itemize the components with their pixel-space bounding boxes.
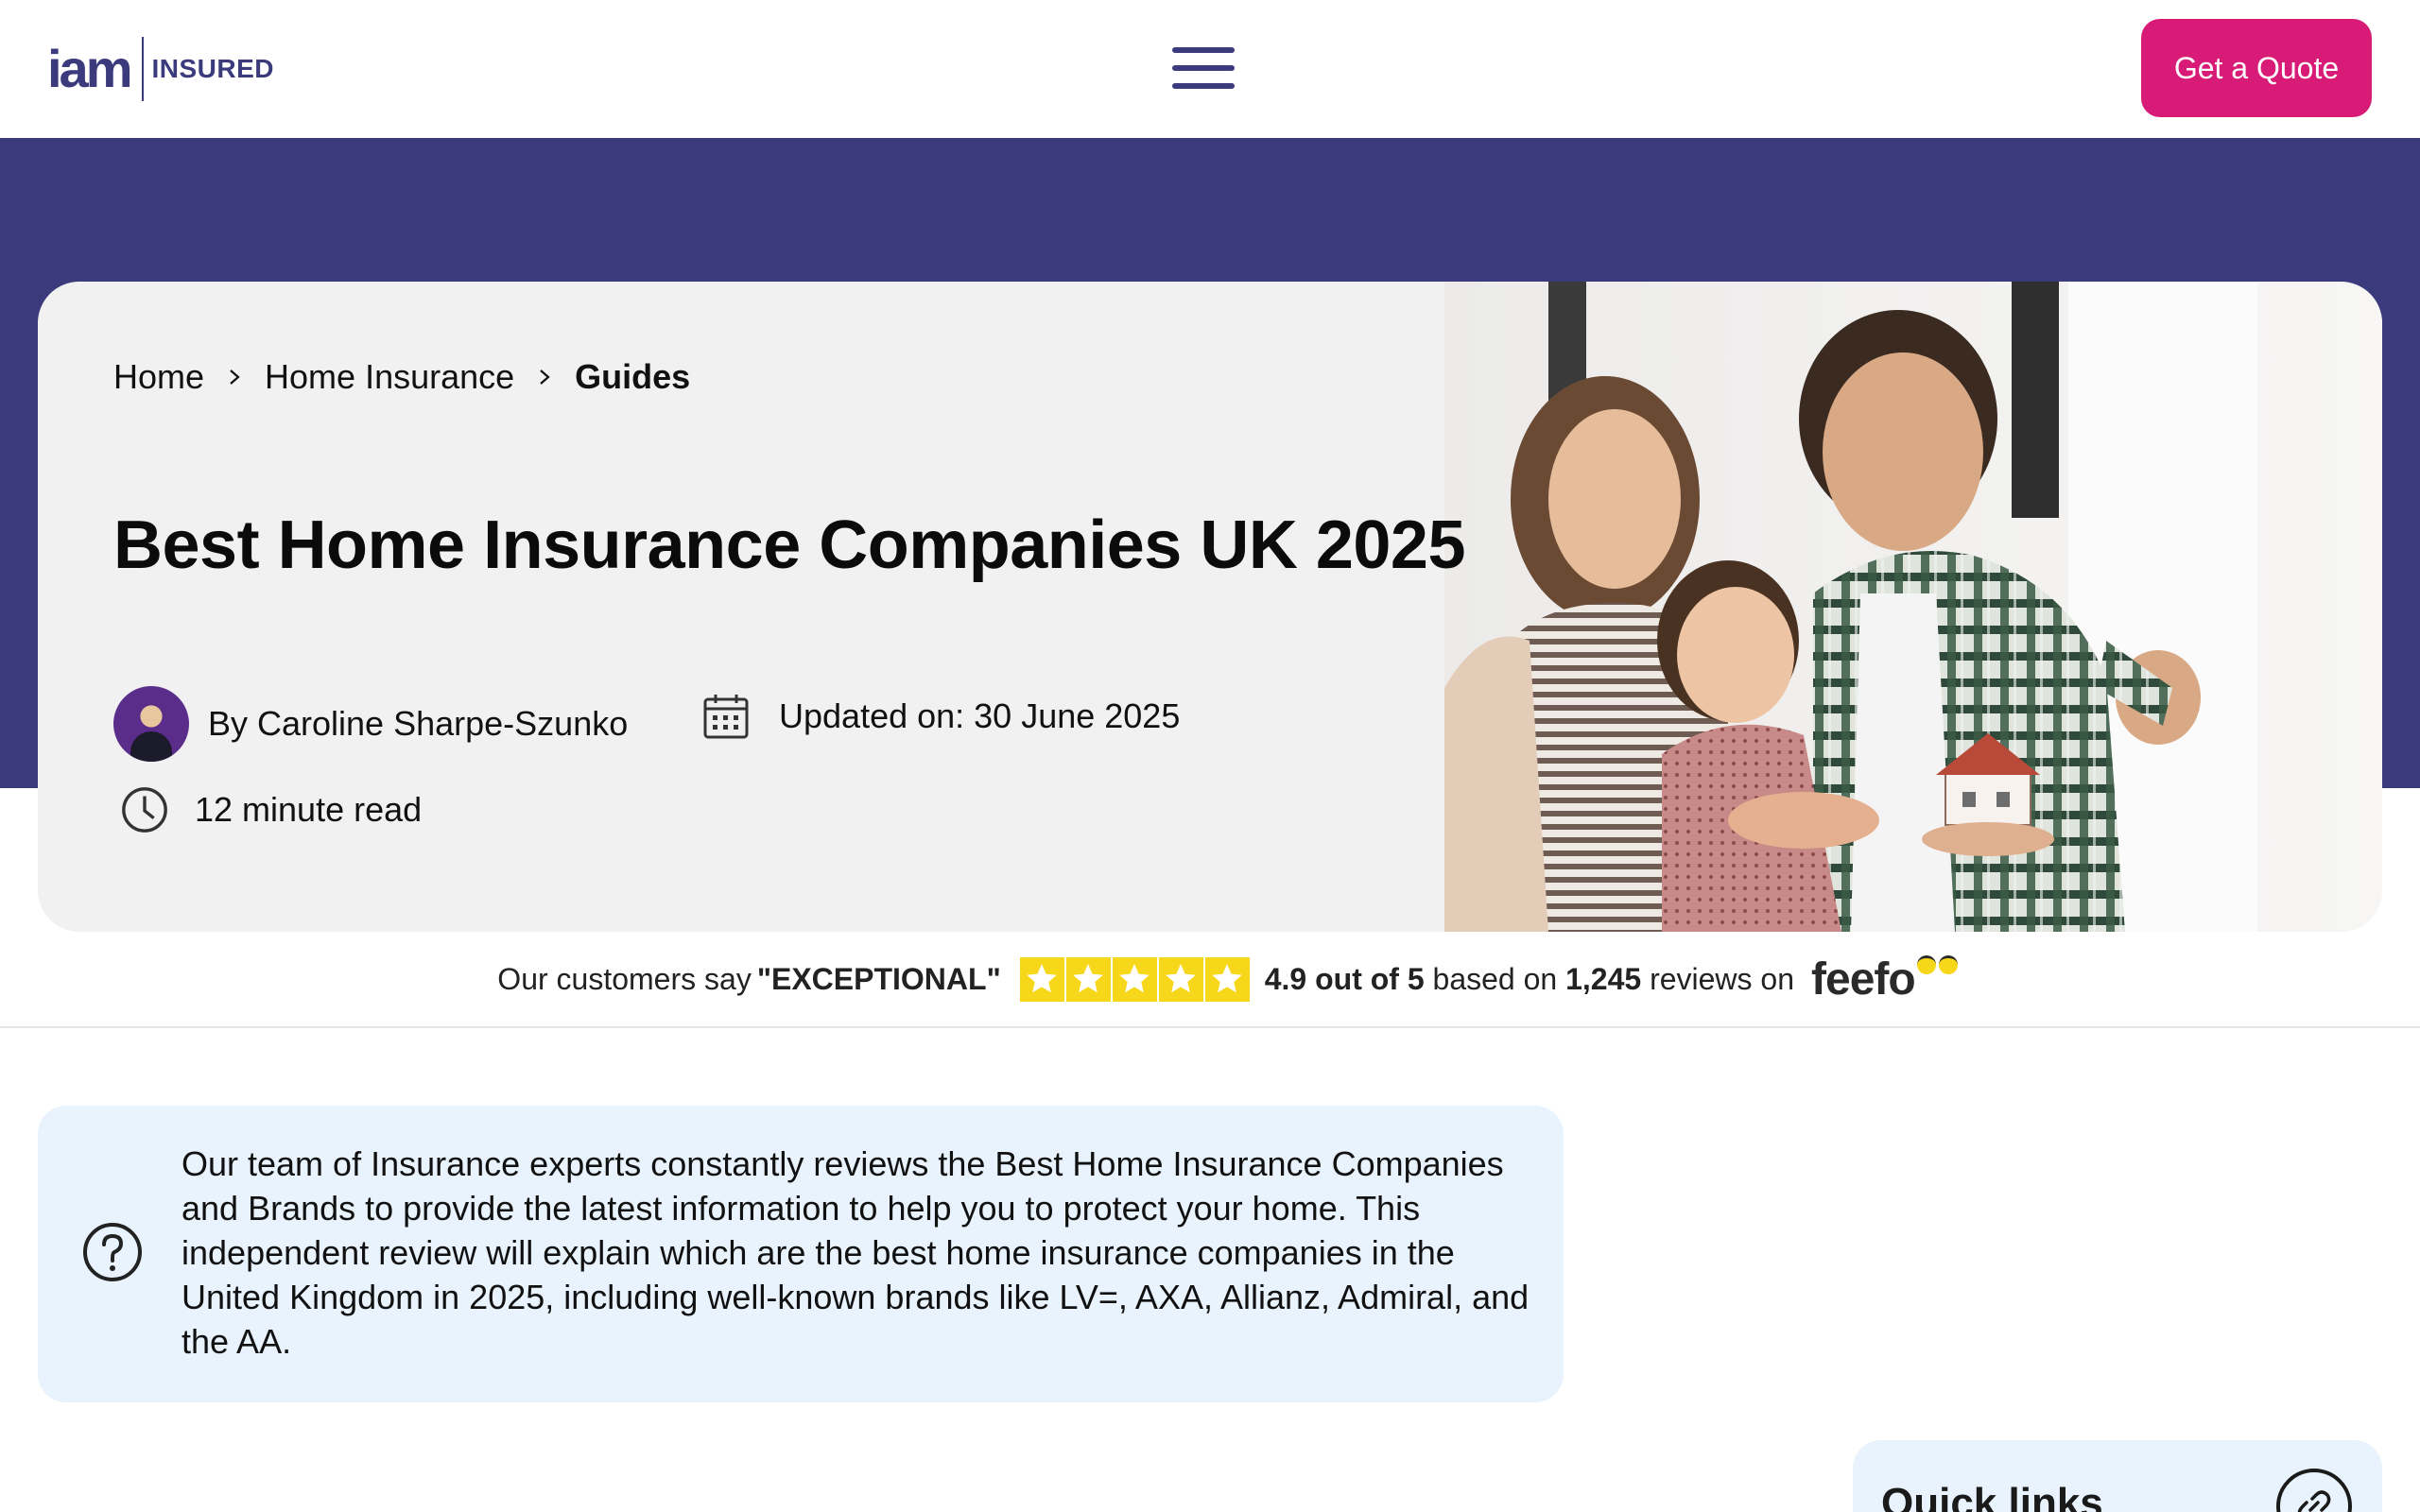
star-icon [1158,956,1203,1002]
chevron-right-icon [540,369,550,385]
feefo-verdict: "EXCEPTIONAL" [756,961,1001,996]
feefo-brand: feefo [1811,954,1916,1005]
feefo-rating: 4.9 out of 5 [1264,961,1425,996]
author-avatar [113,686,189,762]
intro-info-box: Our team of Insurance experts constantly… [38,1106,1564,1402]
star-icon [1065,956,1111,1002]
calendar-icon [703,695,749,739]
read-time: 12 minute read [195,790,423,829]
link-icon[interactable] [2276,1469,2352,1512]
site-header: iam INSURED Get a Quote [0,0,2420,138]
question-mark-icon [83,1223,142,1281]
feefo-logo[interactable]: feefo [1811,954,1961,1005]
quick-links-title: Quick links [1881,1480,2103,1512]
updated-meta: Updated on: 30 June 2025 [700,690,1180,743]
author-meta: By Caroline Sharpe-Szunko [113,686,628,762]
hero-text-panel: Home Home Insurance Guides Best Home Ins… [38,282,1466,932]
breadcrumb-home-insurance[interactable]: Home Insurance [265,357,514,397]
star-icon [1019,956,1064,1002]
hamburger-menu-icon[interactable] [1172,47,1235,89]
site-logo[interactable]: iam INSURED [47,36,274,102]
updated-date: Updated on: 30 June 2025 [779,696,1181,735]
breadcrumb-home[interactable]: Home [113,357,204,397]
logo-iam: iam [47,39,132,98]
get-a-quote-button[interactable]: Get a Quote [2141,19,2372,117]
feefo-review-count: 1,245 [1565,961,1642,996]
hero-card: Home Home Insurance Guides Best Home Ins… [38,282,2382,932]
page-title: Best Home Insurance Companies UK 2025 [113,507,1466,583]
logo-insured: INSURED [151,54,275,83]
hero-family-photo [1444,282,2382,932]
star-icon [1204,956,1250,1002]
star-icon [1112,956,1157,1002]
feefo-prefix: Our customers say [497,961,752,996]
feefo-reviews-on: reviews on [1641,961,1795,996]
breadcrumb-guides: Guides [575,357,691,396]
read-time-meta: 12 minute read [119,784,422,835]
logo-divider [141,37,144,101]
intro-text: Our team of Insurance experts constantly… [182,1144,1530,1361]
clock-icon [122,787,167,833]
star-rating [1019,956,1252,1002]
breadcrumb: Home Home Insurance Guides [113,357,690,397]
feefo-eyes-icon [1916,954,1961,974]
quick-links-panel[interactable]: Quick links [1853,1440,2382,1512]
feefo-based-on: based on [1424,961,1566,996]
author-name[interactable]: By Caroline Sharpe-Szunko [208,704,628,744]
feefo-rating-bar: Our customers say "EXCEPTIONAL" 4.9 out … [0,932,2420,1028]
chevron-right-icon [230,369,240,385]
